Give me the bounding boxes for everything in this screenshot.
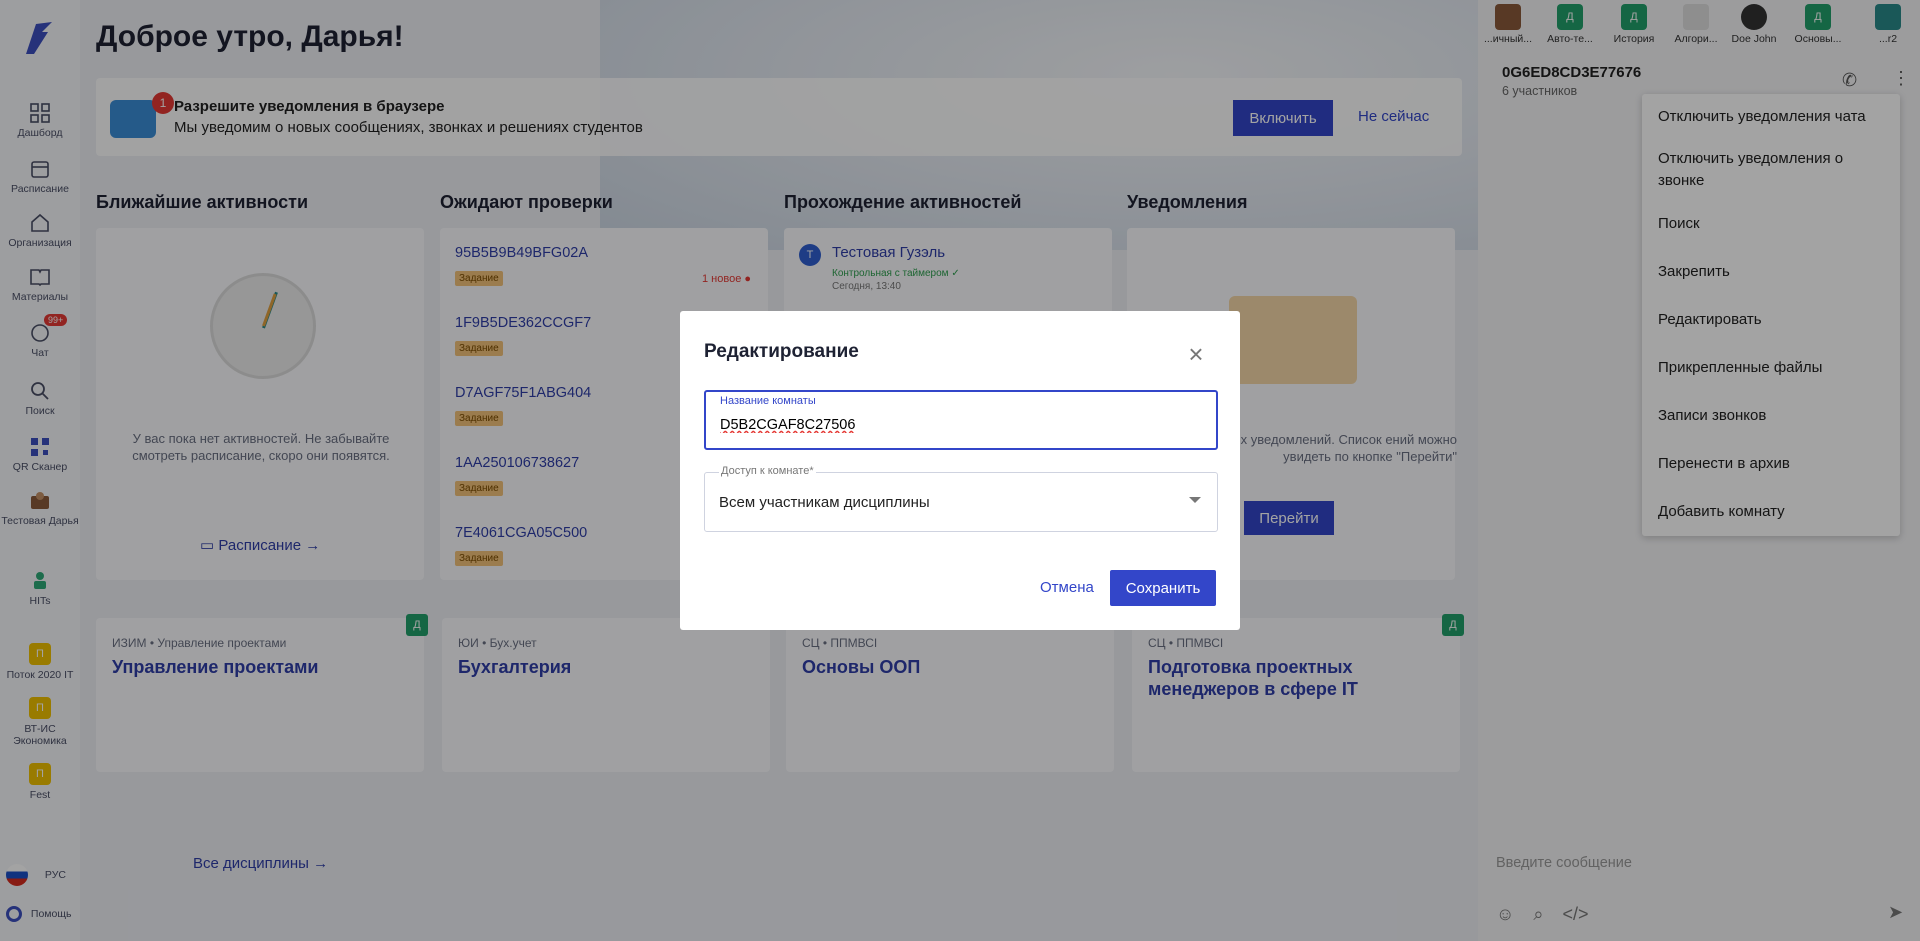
room-name-label: Название комнаты — [720, 395, 816, 407]
room-access-label: Доступ к комнате* — [719, 465, 816, 477]
chevron-down-icon — [1189, 497, 1201, 503]
room-name-input[interactable] — [718, 416, 1202, 434]
close-icon[interactable]: × — [1184, 341, 1208, 367]
cancel-button[interactable]: Отмена — [1040, 579, 1094, 596]
room-name-field[interactable]: Название комнаты — [704, 390, 1218, 450]
room-access-value: Всем участникам дисциплины — [719, 494, 930, 511]
save-button[interactable]: Сохранить — [1110, 570, 1216, 606]
edit-room-dialog: Редактирование × Название комнаты Доступ… — [680, 311, 1240, 630]
room-access-select[interactable]: Доступ к комнате* Всем участникам дисцип… — [704, 465, 1218, 532]
dialog-title: Редактирование — [704, 341, 859, 362]
